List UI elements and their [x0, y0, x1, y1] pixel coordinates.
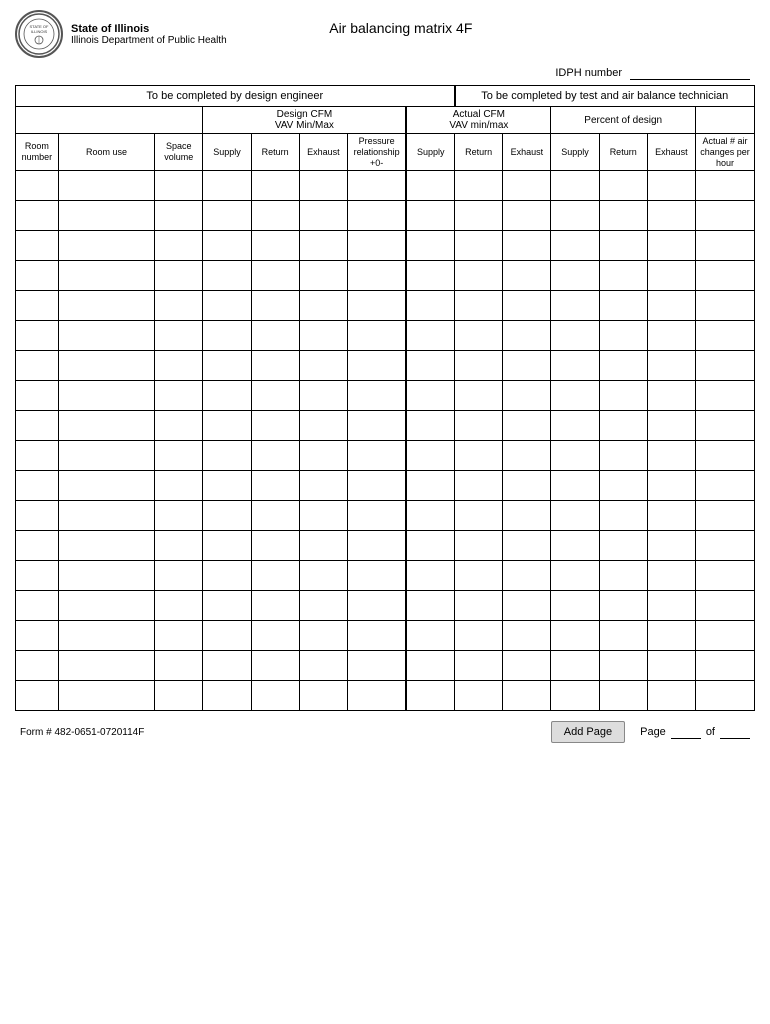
col-exhaust3: Exhaust	[647, 134, 695, 171]
design-cfm-label: Design CFM	[277, 109, 333, 120]
design-section-header: To be completed by design engineer	[16, 86, 455, 107]
footer-right: Add Page Page of	[551, 721, 750, 743]
total-pages-field[interactable]	[720, 725, 750, 739]
table-row	[16, 651, 755, 681]
table-row	[16, 381, 755, 411]
actual-cfm-header: Actual CFM VAV min/max	[406, 107, 551, 134]
col-exhaust2: Exhaust	[503, 134, 551, 171]
state-name: State of Illinois	[71, 23, 227, 35]
logo-area: STATE OF ILLINOIS State of Illinois Illi…	[15, 10, 227, 58]
spacer-sub2	[695, 107, 754, 134]
col-supply2: Supply	[406, 134, 454, 171]
col-return3: Return	[599, 134, 647, 171]
col-supply: Supply	[203, 134, 251, 171]
main-table: To be completed by design engineer To be…	[15, 85, 755, 711]
col-room-use: Room use	[58, 134, 154, 171]
table-row	[16, 321, 755, 351]
of-label: of	[706, 726, 715, 738]
table-row	[16, 171, 755, 201]
sub-header-row: Design CFM VAV Min/Max Actual CFM VAV mi…	[16, 107, 755, 134]
col-return2: Return	[455, 134, 503, 171]
vav-min-max-label: VAV Min/Max	[275, 120, 334, 131]
page-info: Page of	[640, 725, 750, 739]
table-row	[16, 591, 755, 621]
page-label: Page	[640, 726, 666, 738]
actual-cfm-label: Actual CFM	[453, 109, 505, 120]
page-number-field[interactable]	[671, 725, 701, 739]
table-row	[16, 411, 755, 441]
col-space-volume: Space volume	[155, 134, 203, 171]
table-row	[16, 441, 755, 471]
col-pressure: Pressure relationship +0-	[347, 134, 406, 171]
vav-min-max2-label: VAV min/max	[449, 120, 508, 131]
org-info: State of Illinois Illinois Department of…	[71, 23, 227, 46]
col-actual-air: Actual # air changes per hour	[695, 134, 754, 171]
table-row	[16, 351, 755, 381]
table-row	[16, 681, 755, 711]
col-room-number: Room number	[16, 134, 59, 171]
table-row	[16, 231, 755, 261]
idph-label: IDPH number	[555, 67, 622, 79]
state-seal: STATE OF ILLINOIS	[15, 10, 63, 58]
section-header-row: To be completed by design engineer To be…	[16, 86, 755, 107]
dept-name: Illinois Department of Public Health	[71, 35, 227, 46]
table-row	[16, 261, 755, 291]
table-row	[16, 201, 755, 231]
page-title: Air balancing matrix 4F	[227, 10, 575, 36]
test-section-header: To be completed by test and air balance …	[455, 86, 755, 107]
table-row	[16, 531, 755, 561]
design-cfm-header: Design CFM VAV Min/Max	[203, 107, 406, 134]
col-exhaust: Exhaust	[299, 134, 347, 171]
col-supply3: Supply	[551, 134, 599, 171]
table-row	[16, 621, 755, 651]
spacer-sub	[16, 107, 203, 134]
form-number: Form # 482-0651-0720114F	[20, 727, 144, 738]
table-row	[16, 471, 755, 501]
percent-design-header: Percent of design	[551, 107, 696, 134]
table-row	[16, 291, 755, 321]
table-row	[16, 561, 755, 591]
page: STATE OF ILLINOIS State of Illinois Illi…	[0, 0, 770, 1024]
svg-text:ILLINOIS: ILLINOIS	[31, 29, 48, 34]
col-header-row: Room number Room use Space volume Supply…	[16, 134, 755, 171]
add-page-button[interactable]: Add Page	[551, 721, 625, 743]
idph-number-field[interactable]	[630, 66, 750, 80]
header: STATE OF ILLINOIS State of Illinois Illi…	[15, 10, 755, 58]
footer: Form # 482-0651-0720114F Add Page Page o…	[15, 721, 755, 743]
table-row	[16, 501, 755, 531]
col-return: Return	[251, 134, 299, 171]
idph-row: IDPH number	[15, 66, 755, 80]
